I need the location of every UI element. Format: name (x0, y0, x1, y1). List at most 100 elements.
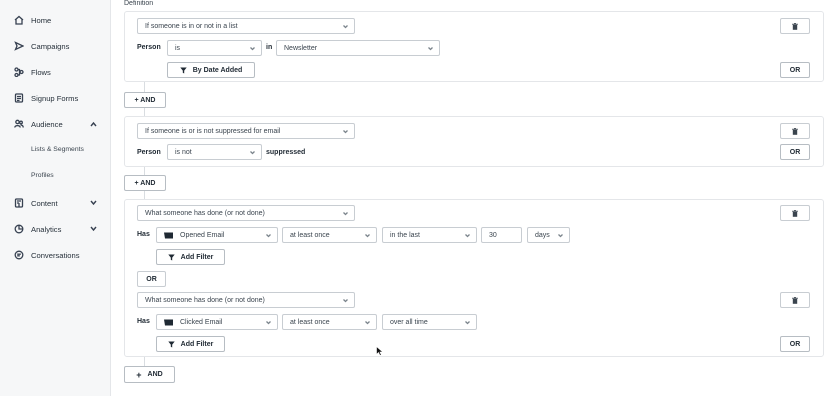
sidebar-item-label: Signup Forms (31, 93, 79, 103)
form-icon (14, 93, 24, 103)
connector-line (144, 108, 145, 116)
person-label: Person (137, 149, 161, 156)
connector-line (144, 82, 145, 92)
home-icon (14, 15, 24, 25)
select-value: is not (175, 148, 192, 156)
chevron-down-icon (343, 24, 348, 29)
or-button[interactable]: OR (780, 336, 810, 352)
chevron-down-icon (250, 150, 255, 155)
sidebar-subitem-lists-segments[interactable]: Lists & Segments (31, 146, 84, 153)
frequency-select[interactable]: at least once (282, 314, 377, 330)
button-label: By Date Added (192, 66, 243, 74)
flows-icon (14, 67, 24, 77)
sidebar-item-label: Conversations (31, 250, 80, 260)
select-value: days (535, 231, 550, 239)
plus-icon: + (136, 369, 142, 380)
select-value: at least once (290, 318, 330, 326)
chevron-down-icon (343, 298, 348, 303)
has-label: Has (137, 318, 150, 325)
chevron-down-icon (428, 46, 433, 51)
chevron-up-icon[interactable] (90, 121, 97, 128)
add-and-button[interactable]: + AND (124, 175, 166, 191)
chevron-down-icon (266, 320, 271, 325)
add-and-button[interactable]: + AND (124, 366, 175, 383)
analytics-icon (14, 224, 24, 234)
has-label: Has (137, 231, 150, 238)
main-content: Definition If someone is in or not in a … (111, 0, 836, 396)
trash-icon (792, 22, 798, 30)
select-value: is (175, 44, 181, 52)
sidebar-item-flows[interactable]: Flows (14, 65, 51, 79)
chevron-down-icon[interactable] (90, 199, 97, 206)
chevron-down-icon (365, 320, 370, 325)
chevron-down-icon (365, 233, 370, 238)
by-date-added-button[interactable]: By Date Added (167, 62, 255, 78)
filter-icon (167, 341, 175, 348)
condition-group-suppressed: If someone is or is not suppressed for e… (124, 116, 824, 167)
person-operator-select[interactable]: is not (167, 144, 262, 160)
connector-line (144, 167, 145, 175)
connector-line (144, 191, 145, 199)
chevron-down-icon (250, 46, 255, 51)
sidebar-item-conversations[interactable]: Conversations (14, 248, 80, 262)
sidebar-item-label: Flows (31, 67, 51, 77)
add-filter-button[interactable]: Add Filter (156, 249, 225, 265)
or-button[interactable]: OR (780, 62, 810, 78)
definition-label: Definition (124, 0, 154, 7)
delete-button[interactable] (780, 123, 810, 139)
chevron-down-icon[interactable] (90, 225, 97, 232)
delete-button[interactable] (780, 292, 810, 308)
suppressed-text: suppressed (266, 149, 306, 156)
filter-icon (180, 67, 187, 74)
timeframe-select[interactable]: in the last (382, 227, 477, 243)
chevron-down-icon (266, 233, 271, 238)
sidebar-item-content[interactable]: Content (14, 196, 58, 210)
or-separator-button[interactable]: OR (137, 271, 166, 287)
email-icon (164, 232, 173, 239)
button-label: Add Filter (180, 253, 214, 261)
sidebar-item-campaigns[interactable]: Campaigns (14, 39, 69, 53)
mouse-cursor-icon (376, 346, 384, 356)
audience-icon (14, 119, 24, 129)
add-and-button[interactable]: + AND (124, 92, 166, 108)
metric-select[interactable]: Clicked Email (156, 314, 278, 330)
condition-group-list: If someone is in or not in a list Person… (124, 11, 824, 82)
in-label: in (266, 44, 273, 51)
delete-button[interactable] (780, 18, 810, 34)
person-label: Person (137, 44, 161, 51)
timeframe-number-input[interactable]: 30 (481, 227, 522, 243)
content-icon (14, 198, 24, 208)
email-icon (164, 319, 173, 326)
select-value: over all time (390, 318, 428, 326)
condition-type-select[interactable]: What someone has done (or not done) (137, 205, 355, 221)
frequency-select[interactable]: at least once (282, 227, 377, 243)
select-value: Newsletter (284, 44, 318, 52)
sidebar-item-signup-forms[interactable]: Signup Forms (14, 91, 78, 105)
chat-icon (14, 250, 24, 260)
delete-button[interactable] (780, 205, 810, 221)
chevron-down-icon (343, 129, 348, 134)
select-value: If someone is or is not suppressed for e… (145, 127, 281, 135)
sidebar: Home Campaigns Flows Signup Forms Audien… (0, 0, 111, 396)
condition-type-select[interactable]: If someone is or is not suppressed for e… (137, 123, 355, 139)
sidebar-item-audience[interactable]: Audience (14, 117, 63, 131)
timeframe-unit-select[interactable]: days (527, 227, 570, 243)
sidebar-subitem-profiles[interactable]: Profiles (31, 172, 54, 179)
timeframe-select[interactable]: over all time (382, 314, 477, 330)
select-value: What someone has done (or not done) (145, 296, 265, 304)
input-value: 30 (489, 231, 497, 239)
chevron-down-icon (465, 233, 470, 238)
chevron-down-icon (343, 211, 348, 216)
chevron-down-icon (558, 233, 563, 238)
person-operator-select[interactable]: is (167, 40, 262, 56)
select-value: at least once (290, 231, 330, 239)
list-select[interactable]: Newsletter (276, 40, 440, 56)
condition-type-select[interactable]: What someone has done (or not done) (137, 292, 355, 308)
condition-type-select[interactable]: If someone is in or not in a list (137, 18, 355, 34)
sidebar-item-home[interactable]: Home (14, 13, 51, 27)
add-filter-button[interactable]: Add Filter (156, 336, 225, 352)
trash-icon (792, 209, 798, 217)
or-button[interactable]: OR (780, 144, 810, 160)
metric-select[interactable]: Opened Email (156, 227, 278, 243)
sidebar-item-analytics[interactable]: Analytics (14, 222, 61, 236)
